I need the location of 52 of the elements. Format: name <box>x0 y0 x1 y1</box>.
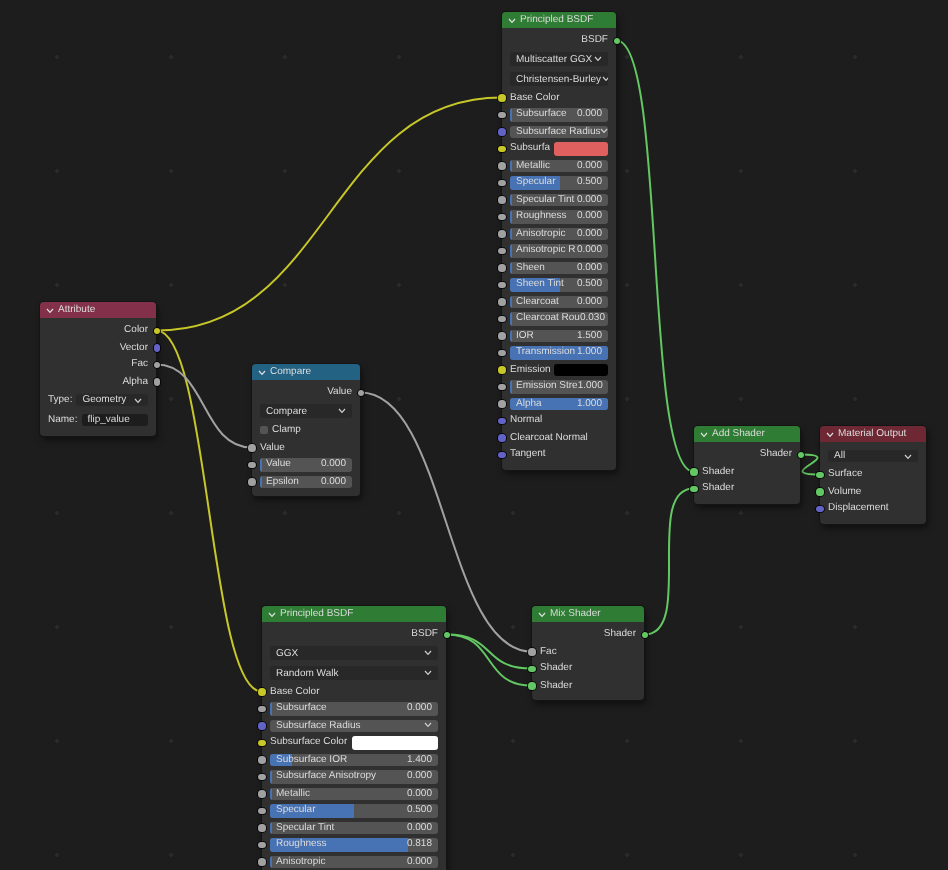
caret-icon <box>338 408 346 414</box>
socket-icon[interactable] <box>153 361 160 368</box>
caret-icon <box>600 128 608 135</box>
node-panel[interactable] <box>262 606 446 870</box>
caret-icon <box>594 56 602 62</box>
socket-icon[interactable] <box>641 631 648 638</box>
socket-icon[interactable] <box>258 688 265 695</box>
caret-icon <box>424 722 432 729</box>
socket-icon[interactable] <box>153 378 160 385</box>
caret-icon <box>904 453 912 459</box>
chevron-icon[interactable] <box>826 431 834 437</box>
socket-icon[interactable] <box>613 37 620 44</box>
socket-icon[interactable] <box>248 461 255 468</box>
caret-icon <box>601 76 608 82</box>
socket-icon[interactable] <box>498 315 505 322</box>
socket-icon[interactable] <box>498 111 505 118</box>
socket-icon[interactable] <box>498 366 505 373</box>
caret-icon <box>424 670 432 676</box>
checkbox[interactable] <box>260 426 268 434</box>
socket-icon[interactable] <box>498 349 505 356</box>
chevron-icon[interactable] <box>268 611 276 617</box>
socket-icon[interactable] <box>153 327 160 334</box>
socket-icon[interactable] <box>498 179 505 186</box>
socket-icon[interactable] <box>498 383 505 390</box>
chevron-icon[interactable] <box>258 369 266 375</box>
socket-icon[interactable] <box>357 389 364 396</box>
socket-icon[interactable] <box>258 739 265 746</box>
socket-icon[interactable] <box>498 281 505 288</box>
socket-icon[interactable] <box>816 471 823 478</box>
chevron-icon[interactable] <box>46 307 54 313</box>
chevron-icon[interactable] <box>700 431 708 437</box>
socket-icon[interactable] <box>690 485 697 492</box>
socket-icon[interactable] <box>498 247 505 254</box>
socket-icon[interactable] <box>498 94 505 101</box>
color-swatch[interactable] <box>554 363 608 376</box>
socket-icon[interactable] <box>258 807 265 814</box>
chevron-icon[interactable] <box>508 17 516 23</box>
caret-icon <box>424 650 432 656</box>
socket-icon[interactable] <box>797 451 804 458</box>
socket-icon[interactable] <box>443 631 450 638</box>
color-swatch[interactable] <box>554 142 608 155</box>
chevron-icon[interactable] <box>538 611 546 617</box>
node-panel[interactable] <box>502 12 616 469</box>
socket-icon[interactable] <box>498 213 505 220</box>
caret-icon <box>134 397 142 403</box>
socket-icon[interactable] <box>498 145 505 152</box>
socket-icon[interactable] <box>258 841 265 848</box>
node-link <box>799 453 821 476</box>
socket-icon[interactable] <box>258 773 265 780</box>
socket-icon[interactable] <box>258 705 265 712</box>
socket-icon[interactable] <box>528 665 535 672</box>
color-swatch[interactable] <box>351 736 438 749</box>
